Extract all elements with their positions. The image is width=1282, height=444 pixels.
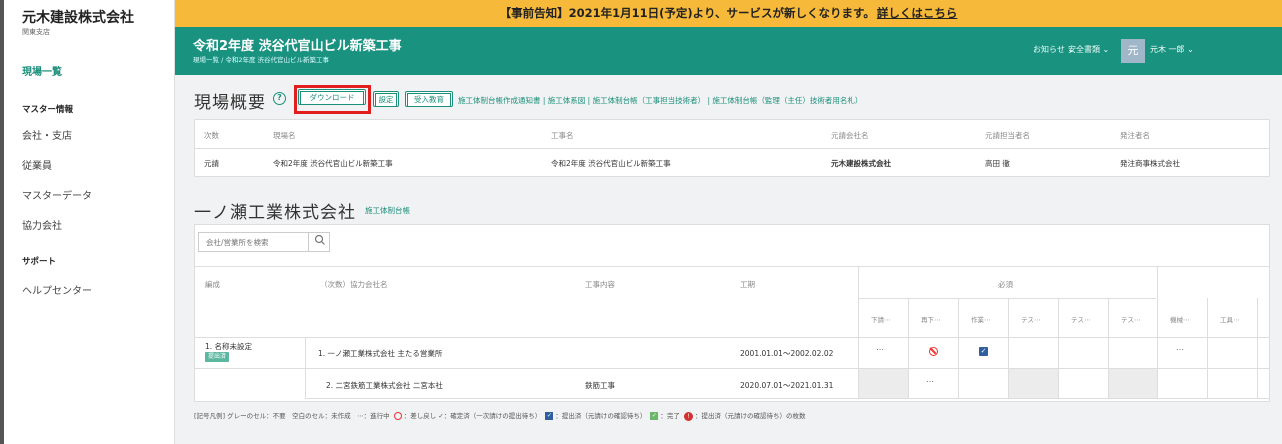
work-content-2: 鉄筋工事 [585, 381, 615, 390]
cell-work-name: 令和2年度 渋谷代官山ビル新築工事 [551, 159, 671, 168]
in-progress-icon[interactable]: ⋯ [1176, 345, 1184, 354]
page-title: 現場概要 [194, 93, 266, 113]
sub-col-7: 機械⋯ [1170, 316, 1190, 324]
col-required: 必須 [998, 280, 1013, 289]
unneeded-cell [1109, 369, 1157, 398]
help-icon[interactable]: ? [273, 92, 286, 105]
col-group: 編成 [205, 280, 220, 289]
col-divider [958, 298, 959, 398]
col-divider [1257, 298, 1258, 398]
sub-col-1: 下請⋯ [871, 316, 891, 324]
required-underline [858, 298, 1156, 299]
col-divider [1157, 267, 1158, 398]
col-partner-name: （次数）協力会社名 [320, 280, 388, 289]
unneeded-cell [859, 369, 908, 398]
partner-name-1[interactable]: 1. 一ノ瀬工業株式会社 主たる営業所 [318, 348, 442, 359]
education-button[interactable]: 受入教育 [405, 91, 453, 107]
rejected-icon[interactable] [929, 347, 938, 356]
sidebar-item-employees[interactable]: 従業員 [22, 157, 52, 172]
cell-tier: 元請 [204, 159, 219, 168]
avatar[interactable]: 元 [1121, 39, 1145, 63]
status-badge: 提出済 [205, 352, 230, 362]
sidebar-heading-master: マスター情報 [22, 105, 74, 115]
sidebar-item-site-list[interactable]: 現場一覧 [22, 63, 62, 78]
branch-name: 関東支店 [22, 28, 50, 36]
legend-submitted: ：提出済（元請けの確認待ち） [555, 412, 647, 420]
education-button-label: 受入教育 [407, 93, 451, 107]
site-title: 令和2年度 渋谷代官山ビル新築工事 [193, 39, 402, 54]
partner-name-2[interactable]: 2. 二宮鉄筋工業株式会社 二宮本社 [326, 380, 443, 391]
ledger-links[interactable]: 施工体制台帳作成通知書 | 施工体系図 | 施工体制台帳（工事担当技術者） | … [458, 95, 862, 106]
table-top-border [195, 266, 1269, 267]
breadcrumb[interactable]: 現場一覧 / 令和2年度 渋谷代官山ビル新築工事 [193, 54, 329, 64]
in-progress-icon[interactable]: ⋯ [926, 377, 934, 386]
company-name: 元木建設株式会社 [22, 10, 134, 26]
legend-reject: ：差し戻し [403, 412, 437, 420]
notice-link[interactable]: 詳しくはこちら [877, 6, 958, 20]
submitted-check-icon[interactable]: ✓ [979, 347, 988, 356]
col-prime-person: 元請担当者名 [985, 131, 1030, 140]
user-menu[interactable]: 元木 一郎 ⌄ [1150, 44, 1194, 55]
search-input[interactable] [199, 233, 309, 251]
sidebar: 元木建設株式会社 関東支店 現場一覧 マスター情報 会社・支店 従業員 マスター… [0, 0, 175, 444]
partner-company-title: 一ノ瀬工業株式会社 [194, 203, 356, 223]
col-work-name: 工事名 [551, 131, 574, 140]
sub-col-3: 作業⋯ [971, 316, 991, 324]
sidebar-item-help-center[interactable]: ヘルプセンター [22, 282, 92, 297]
legend-count: ：提出済（元請けの確認待ち）の枚数 [694, 412, 806, 420]
sidebar-heading-support: サポート [22, 257, 57, 267]
done-check-icon: ✓ [650, 412, 659, 420]
row2-bottom-border [305, 398, 1269, 399]
legend-confirmed: ：確定済（一次請けの提出待ち） [443, 412, 542, 420]
safety-docs-menu[interactable]: 安全書類 ⌄ [1068, 44, 1109, 55]
overview-table: 次数 現場名 工事名 元請会社名 元請担当者名 発注者名 元請 令和2年度 渋谷… [194, 119, 1270, 177]
status-legend: [記号凡例] グレーのセル：不要 空白のセル：未作成 ⋯：進行中 ：差し戻し ✓… [194, 410, 805, 421]
period-2: 2020.07.01～2021.01.31 [740, 381, 834, 390]
col-divider [1058, 298, 1059, 398]
notice-banner: 【事前告知】2021年1月11日(予定)より、サービスが新しくなります。 詳しくは… [175, 0, 1282, 27]
sidebar-item-master-data[interactable]: マスターデータ [22, 187, 92, 202]
site-header: 令和2年度 渋谷代官山ビル新築工事 現場一覧 / 令和2年度 渋谷代官山ビル新築… [175, 27, 1282, 75]
col-orderer: 発注者名 [1120, 131, 1150, 140]
sub-col-6: テス⋯ [1121, 316, 1141, 324]
sub-col-4: テス⋯ [1021, 316, 1041, 324]
count-badge-icon: ! [683, 411, 693, 421]
submitted-check-icon: ✓ [545, 412, 554, 420]
sidebar-item-partners[interactable]: 協力会社 [22, 217, 62, 232]
legend-prefix: [記号凡例] グレーのセル：不要 空白のセル：未作成 ⋯：進行中 [194, 412, 390, 420]
col-site-name: 現場名 [273, 131, 296, 140]
col-divider [305, 337, 306, 398]
legend-done: ：完了 [660, 412, 680, 420]
cell-prime-person: 高田 徹 [985, 159, 1010, 168]
ledger-link[interactable]: 施工体制台帳 [365, 205, 410, 216]
col-period: 工期 [740, 280, 755, 289]
cell-prime-company: 元木建設株式会社 [831, 159, 891, 168]
sub-col-8: 工具⋯ [1220, 316, 1240, 324]
search-box [198, 232, 330, 252]
in-progress-icon[interactable]: ⋯ [876, 345, 884, 354]
col-divider [908, 298, 909, 398]
sidebar-item-company-branch[interactable]: 会社・支店 [22, 127, 72, 142]
cell-orderer: 発注商事株式会社 [1120, 159, 1180, 168]
unneeded-cell [1009, 369, 1058, 398]
settings-button[interactable]: 設定 [373, 91, 399, 107]
sub-col-5: テス⋯ [1071, 316, 1091, 324]
app-root: 元木建設株式会社 関東支店 現場一覧 マスター情報 会社・支店 従業員 マスター… [0, 0, 1282, 444]
cell-site-name: 令和2年度 渋谷代官山ビル新築工事 [273, 159, 393, 168]
search-icon[interactable] [311, 234, 329, 250]
col-prime-company: 元請会社名 [831, 131, 869, 140]
group-name: 1. 名称未設定 [205, 342, 253, 351]
sub-col-2: 再下⋯ [921, 316, 941, 324]
settings-button-label: 設定 [375, 93, 397, 107]
col-work-content: 工事内容 [585, 280, 615, 289]
reject-icon [393, 412, 402, 420]
row-divider [195, 148, 1269, 149]
period-1: 2001.01.01～2002.02.02 [740, 349, 834, 358]
col-divider [1207, 298, 1208, 398]
col-tier: 次数 [204, 131, 219, 140]
notice-text: 【事前告知】2021年1月11日(予定)より、サービスが新しくなります。 [499, 6, 875, 20]
download-highlight-box [294, 85, 371, 114]
